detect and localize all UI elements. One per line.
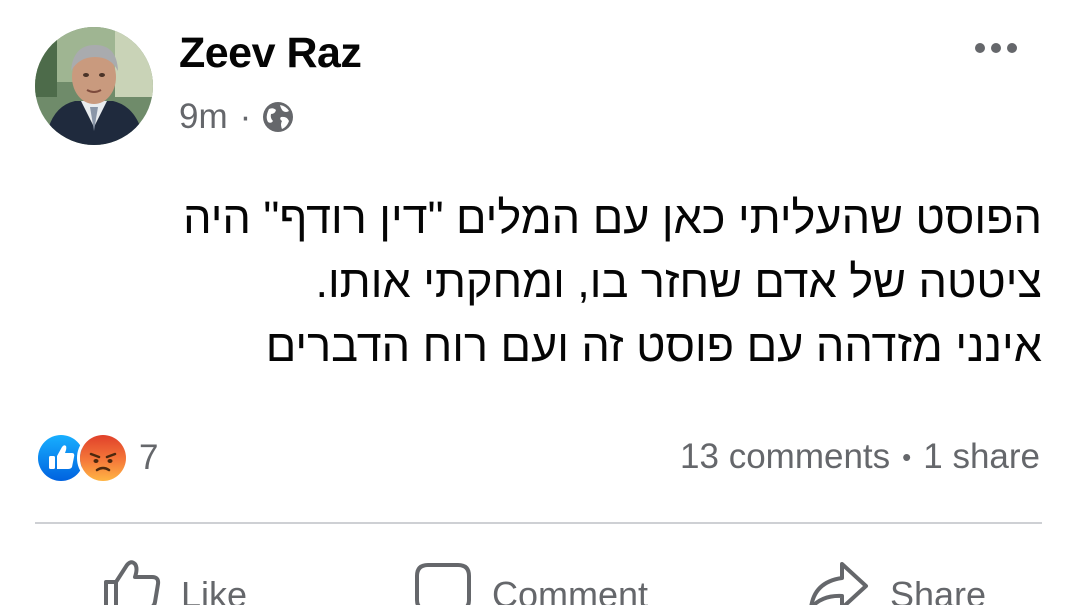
engagement-summary: 13 comments • 1 share bbox=[680, 437, 1040, 477]
globe-icon[interactable] bbox=[261, 100, 295, 134]
divider bbox=[35, 522, 1042, 524]
author-name[interactable]: Zeev Raz bbox=[179, 29, 362, 78]
angry-icon bbox=[77, 432, 129, 484]
more-options-icon[interactable] bbox=[966, 30, 1026, 66]
comments-count[interactable]: 13 comments bbox=[680, 437, 890, 477]
reaction-count: 7 bbox=[139, 438, 159, 477]
post-text-line: ציטטה של אדם שחזר בו, ומחקתי אותו. bbox=[315, 256, 1042, 307]
thumbs-up-icon bbox=[104, 560, 161, 605]
like-label: Like bbox=[181, 574, 248, 605]
shares-count[interactable]: 1 share bbox=[923, 437, 1040, 477]
more-dot bbox=[975, 43, 985, 53]
share-label: Share bbox=[890, 574, 987, 605]
share-icon bbox=[809, 562, 868, 605]
comment-icon bbox=[415, 563, 471, 605]
reactions-summary[interactable]: 7 bbox=[35, 432, 159, 484]
comment-button[interactable]: Comment bbox=[414, 560, 648, 605]
like-button[interactable]: Like bbox=[103, 560, 247, 605]
more-dot bbox=[1007, 43, 1017, 53]
post-timestamp[interactable]: 9m bbox=[179, 97, 228, 137]
post-text: הפוסט שהעליתי כאן עם המלים "דין רודף" הי… bbox=[82, 186, 1042, 378]
comment-label: Comment bbox=[492, 574, 649, 605]
avatar[interactable] bbox=[35, 27, 153, 145]
facebook-post: Zeev Raz 9m · הפוסט שהעליתי כאן עם המלים… bbox=[0, 0, 1078, 605]
more-dot bbox=[991, 43, 1001, 53]
meta-separator: · bbox=[239, 97, 252, 136]
post-meta: 9m · bbox=[179, 96, 295, 138]
post-text-line: הפוסט שהעליתי כאן עם המלים "דין רודף" הי… bbox=[183, 192, 1042, 243]
engagement-separator: • bbox=[902, 441, 912, 472]
share-button[interactable]: Share bbox=[808, 560, 986, 605]
post-text-line: אינני מזדהה עם פוסט זה ועם רוח הדברים bbox=[265, 320, 1042, 371]
